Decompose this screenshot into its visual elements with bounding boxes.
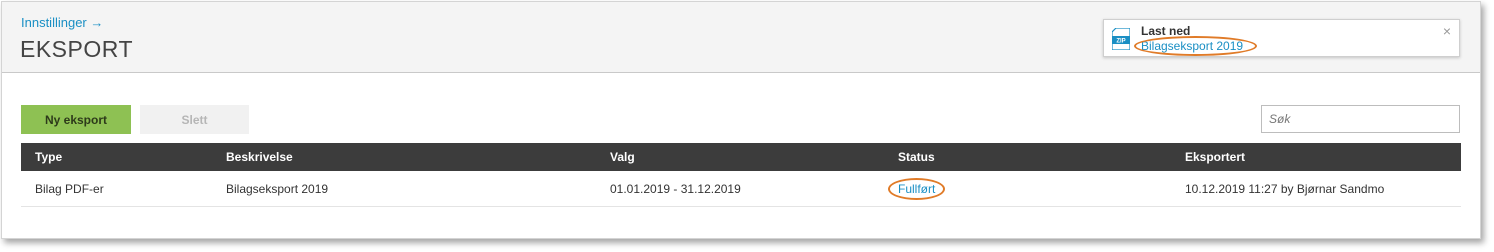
app-window: Innstillinger → EKSPORT ZIP Last ned Bil… (1, 1, 1481, 239)
table-row[interactable]: Bilag PDF-er Bilagseksport 2019 01.01.20… (21, 171, 1461, 207)
page-title: EKSPORT (20, 36, 133, 62)
download-link[interactable]: Bilagseksport 2019 (1141, 39, 1243, 53)
cell-description: Bilagseksport 2019 (226, 182, 329, 196)
download-notification: ZIP Last ned Bilagseksport 2019 × (1103, 19, 1460, 57)
status-link[interactable]: Fullført (898, 182, 935, 196)
column-header-selection[interactable]: Valg (610, 150, 635, 164)
column-header-status[interactable]: Status (898, 150, 935, 164)
cell-type: Bilag PDF-er (35, 182, 104, 196)
new-export-button[interactable]: Ny eksport (21, 105, 131, 134)
page-header: Innstillinger → EKSPORT ZIP Last ned Bil… (2, 2, 1480, 73)
column-header-exported[interactable]: Eksportert (1185, 150, 1245, 164)
table-header: Type Beskrivelse Valg Status Eksportert (21, 143, 1461, 171)
column-header-description[interactable]: Beskrivelse (226, 150, 293, 164)
svg-text:ZIP: ZIP (1116, 39, 1125, 45)
zip-file-icon: ZIP (1112, 28, 1130, 50)
cell-exported: 10.12.2019 11:27 by Bjørnar Sandmo (1185, 182, 1385, 196)
column-header-type[interactable]: Type (35, 150, 62, 164)
notification-title: Last ned (1141, 24, 1191, 38)
close-icon[interactable]: × (1443, 23, 1451, 39)
delete-button[interactable]: Slett (140, 105, 249, 134)
breadcrumb-settings-link[interactable]: Innstillinger → (21, 15, 103, 30)
cell-selection: 01.01.2019 - 31.12.2019 (610, 182, 741, 196)
search-input[interactable] (1261, 105, 1460, 133)
